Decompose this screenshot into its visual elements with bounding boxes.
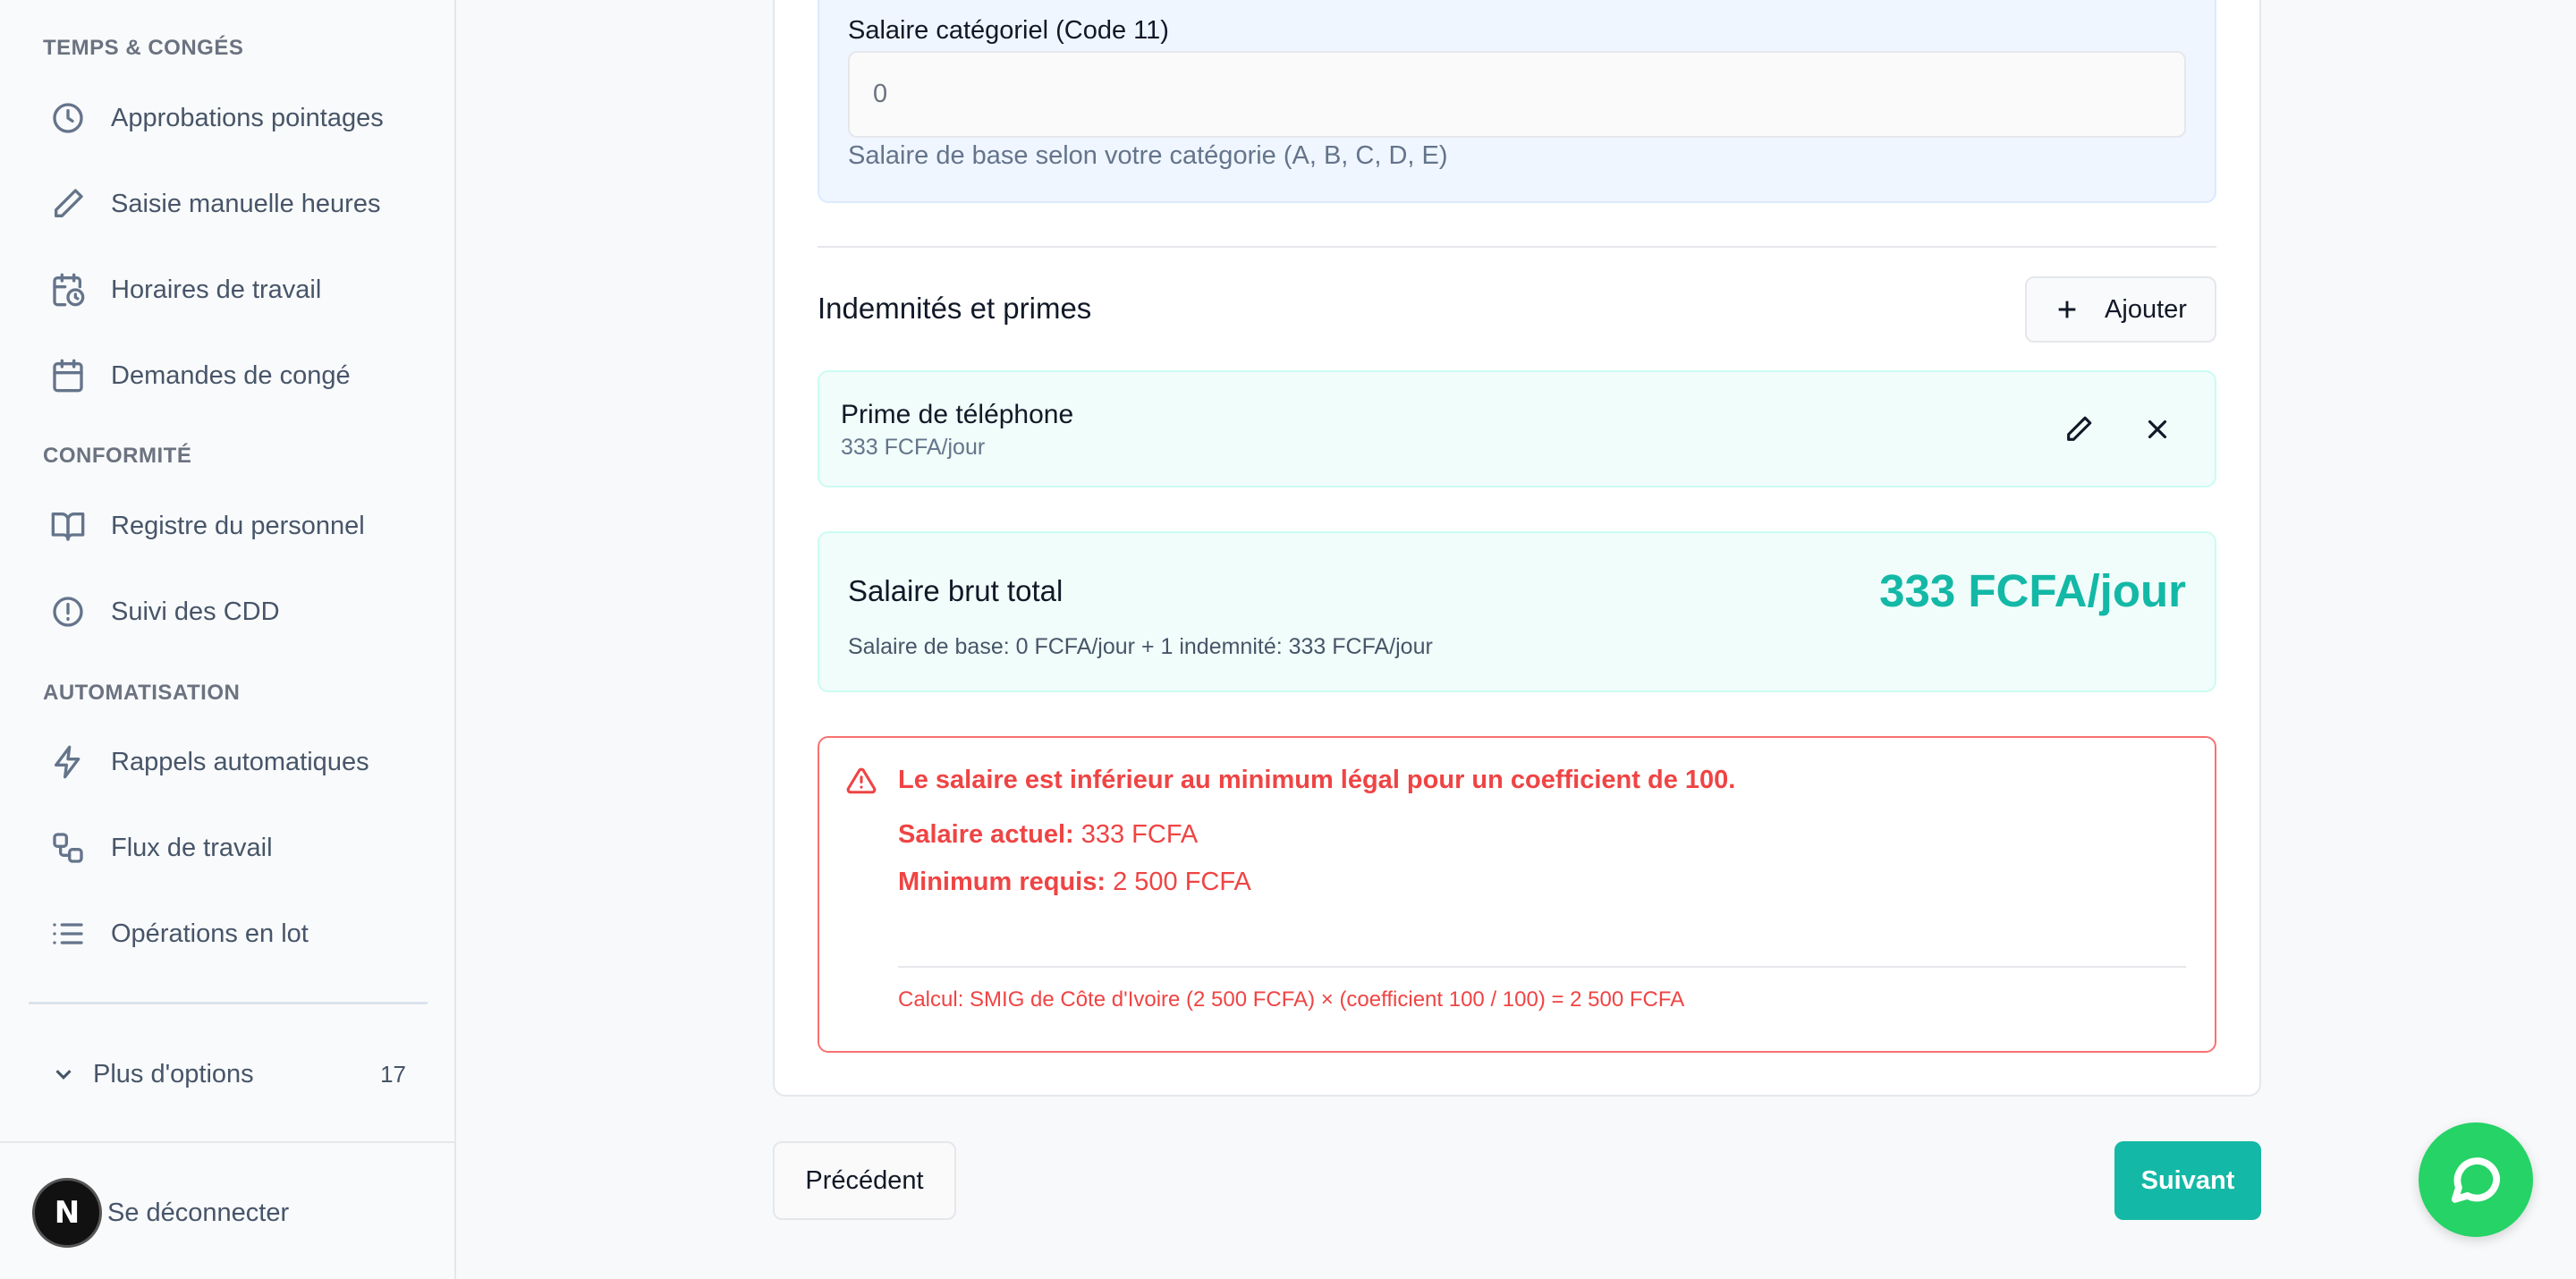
avatar: N <box>32 1178 102 1248</box>
logout-label: Se déconnecter <box>107 1198 290 1227</box>
clock-icon <box>48 98 88 138</box>
alert-current-value: 333 FCFA <box>1080 820 1199 849</box>
sidebar-item-label: Rappels automatiques <box>111 747 369 776</box>
alert-current-salary: Salaire actuel: 333 FCFA <box>898 820 1198 850</box>
add-allowance-label: Ajouter <box>2105 294 2187 324</box>
section-divider <box>818 246 2216 248</box>
delete-allowance-button[interactable] <box>2131 402 2184 456</box>
book-open-icon <box>48 506 88 546</box>
plus-icon <box>2055 297 2080 322</box>
sidebar-item-label: Suivi des CDD <box>111 597 280 626</box>
sidebar-item-auto-reminders[interactable]: Rappels automatiques <box>29 724 428 800</box>
gross-total-value: 333 FCFA/jour <box>1879 565 2186 616</box>
gross-total-label: Salaire brut total <box>848 574 1063 607</box>
chevron-down-icon <box>50 1061 77 1088</box>
section-title-automation: AUTOMATISATION <box>43 681 241 705</box>
sidebar-item-batch-operations[interactable]: Opérations en lot <box>29 896 428 971</box>
alert-minimum-value: 2 500 FCFA <box>1113 868 1251 896</box>
edit-allowance-button[interactable] <box>2052 402 2106 456</box>
alert-divider <box>898 966 2186 968</box>
base-salary-input[interactable] <box>848 51 2186 138</box>
chat-button[interactable] <box>2419 1122 2533 1237</box>
previous-button[interactable]: Précédent <box>773 1141 956 1220</box>
sidebar-footer-divider <box>0 1141 454 1143</box>
sidebar-item-leave-requests[interactable]: Demandes de congé <box>29 338 428 413</box>
sidebar-item-label: Flux de travail <box>111 833 273 862</box>
alert-minimum-label: Minimum requis: <box>898 868 1106 896</box>
sidebar-item-label: Demandes de congé <box>111 360 351 390</box>
next-button[interactable]: Suivant <box>2114 1141 2261 1220</box>
list-icon <box>48 914 88 953</box>
gross-total-detail: Salaire de base: 0 FCFA/jour + 1 indemni… <box>848 634 1433 659</box>
calendar-clock-icon <box>48 270 88 309</box>
pencil-icon <box>2063 414 2094 445</box>
allowance-amount: 333 FCFA/jour <box>841 435 986 460</box>
sidebar-item-work-schedules[interactable]: Horaires de travail <box>29 252 428 327</box>
allowance-name: Prime de téléphone <box>841 400 1074 429</box>
sidebar: TEMPS & CONGÉS Approbations pointages Sa… <box>0 0 456 1279</box>
pencil-icon <box>48 184 88 224</box>
logout-button[interactable]: N Se déconnecter <box>32 1177 289 1249</box>
sidebar-divider <box>29 1002 428 1004</box>
sidebar-item-label: Opérations en lot <box>111 919 309 948</box>
warning-triangle-icon <box>846 766 877 800</box>
alert-circle-icon <box>48 592 88 631</box>
more-options-count: 17 <box>380 1060 406 1088</box>
base-salary-help: Salaire de base selon votre catégorie (A… <box>848 141 1448 170</box>
sidebar-item-cdd-tracking[interactable]: Suivi des CDD <box>29 574 428 649</box>
sidebar-item-label: Saisie manuelle heures <box>111 189 381 218</box>
alert-calculation: Calcul: SMIG de Côte d'Ivoire (2 500 FCF… <box>898 987 1685 1012</box>
more-options-label: Plus d'options <box>93 1059 254 1088</box>
sidebar-item-timesheet-approvals[interactable]: Approbations pointages <box>29 80 428 156</box>
section-title-compliance: CONFORMITÉ <box>43 444 192 468</box>
sidebar-item-label: Approbations pointages <box>111 103 384 132</box>
section-title-time: TEMPS & CONGÉS <box>43 36 244 60</box>
base-salary-label: Salaire catégoriel (Code 11) <box>848 16 1169 45</box>
calendar-icon <box>48 356 88 395</box>
sidebar-item-label: Horaires de travail <box>111 275 322 304</box>
alert-minimum-salary: Minimum requis: 2 500 FCFA <box>898 868 1251 897</box>
alert-title: Le salaire est inférieur au minimum léga… <box>898 766 1736 794</box>
more-options-toggle[interactable]: Plus d'options 17 <box>29 1038 428 1111</box>
chat-bubble-icon <box>2448 1152 2504 1207</box>
zap-icon <box>48 742 88 782</box>
add-allowance-button[interactable]: Ajouter <box>2025 276 2216 343</box>
sidebar-item-workflows[interactable]: Flux de travail <box>29 810 428 885</box>
sidebar-item-manual-hours[interactable]: Saisie manuelle heures <box>29 166 428 241</box>
close-icon <box>2142 414 2173 445</box>
sidebar-item-label: Registre du personnel <box>111 511 365 540</box>
workflow-icon <box>48 828 88 868</box>
alert-current-label: Salaire actuel: <box>898 820 1074 849</box>
allowances-heading: Indemnités et primes <box>818 292 1092 325</box>
sidebar-item-staff-register[interactable]: Registre du personnel <box>29 488 428 563</box>
